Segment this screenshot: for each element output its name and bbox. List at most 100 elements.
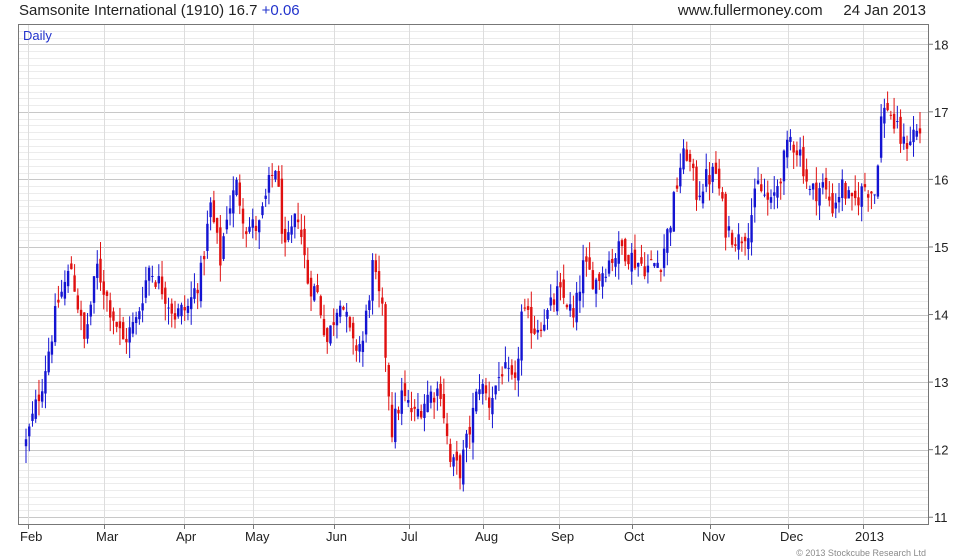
- candle-down: [215, 217, 219, 233]
- candle-up: [896, 121, 899, 123]
- candle-down: [254, 225, 258, 231]
- candle-down: [355, 345, 358, 351]
- candle-down: [734, 244, 737, 246]
- candle-up: [436, 388, 439, 396]
- candle-down: [870, 191, 873, 194]
- candle-down: [588, 257, 591, 270]
- candle-down: [740, 241, 744, 244]
- candle-up: [873, 194, 876, 196]
- candle-down: [403, 383, 407, 396]
- candle-up: [86, 324, 89, 339]
- candle-up: [199, 262, 203, 302]
- candle-down: [889, 114, 893, 116]
- candle-down: [539, 329, 543, 332]
- candle-down: [410, 407, 413, 413]
- candle-down: [270, 174, 274, 176]
- candle-up: [293, 213, 297, 228]
- candle-up: [630, 252, 633, 272]
- candle-up: [727, 226, 731, 231]
- candle-up: [186, 305, 190, 313]
- candle-up: [902, 136, 906, 144]
- candle-up: [167, 307, 170, 309]
- candle-down: [760, 184, 763, 192]
- y-tick-label: 13: [934, 375, 948, 390]
- candle-up: [568, 304, 572, 311]
- candle-down: [212, 200, 216, 223]
- candle-down: [121, 322, 125, 340]
- candle-down: [743, 236, 747, 242]
- candle-down: [432, 397, 436, 403]
- candle-down: [309, 277, 313, 297]
- candle-down: [717, 168, 721, 189]
- candle-down: [109, 300, 112, 318]
- candle-down: [484, 385, 488, 394]
- candle-up: [682, 148, 685, 170]
- candle-up: [407, 400, 410, 403]
- candle-down: [844, 182, 847, 199]
- candle-up: [549, 297, 552, 306]
- candle-up: [471, 407, 475, 443]
- candle-down: [675, 185, 679, 189]
- x-tick-label: Dec: [780, 529, 804, 544]
- candle-down: [513, 372, 517, 378]
- candle-up: [604, 276, 608, 278]
- candle-up: [141, 303, 144, 311]
- candle-up: [50, 341, 54, 355]
- candle-down: [643, 266, 646, 277]
- candle-down: [332, 322, 335, 326]
- candle-down: [79, 309, 83, 316]
- x-tick-label: Aug: [475, 529, 498, 544]
- candle-down: [695, 166, 698, 200]
- x-tick-label: Sep: [551, 529, 574, 544]
- x-tick-label: Jul: [401, 529, 418, 544]
- candle-up: [860, 186, 863, 207]
- stock-chart: Daily 11 12 13 14 15 16 17 18 Feb Mar Apr May Jun Ju…: [18, 24, 948, 544]
- candle-down: [342, 306, 345, 310]
- candle-down: [280, 178, 284, 234]
- y-tick-label: 16: [934, 172, 948, 187]
- candle-up: [546, 309, 549, 319]
- candle-down: [306, 259, 310, 284]
- candle-down: [624, 239, 627, 262]
- candle-down: [854, 190, 857, 199]
- candle-down: [850, 192, 854, 197]
- candle-up: [750, 215, 753, 243]
- candle-down: [70, 263, 73, 270]
- candle-down: [627, 254, 630, 265]
- x-tick-label: 2013: [855, 529, 884, 544]
- candle-up: [879, 116, 883, 158]
- candle-up: [782, 150, 786, 182]
- y-tick-label: 11: [934, 510, 948, 525]
- candle-down: [57, 299, 60, 303]
- candle-up: [225, 219, 229, 230]
- candle-up: [776, 186, 779, 198]
- candle-up: [669, 227, 672, 233]
- candle-up: [134, 317, 138, 324]
- candle-up: [193, 288, 196, 299]
- candle-up: [818, 188, 821, 206]
- candle-down: [377, 271, 381, 292]
- candle-down: [173, 313, 177, 320]
- candle-down: [863, 184, 867, 188]
- candle-up: [290, 226, 293, 235]
- candle-down: [523, 307, 527, 309]
- x-tick-label: Jun: [326, 529, 347, 544]
- candle-down: [76, 295, 80, 310]
- candle-down: [390, 404, 394, 438]
- candle-down: [795, 150, 799, 156]
- candle-down: [611, 258, 614, 263]
- candle-down: [552, 299, 556, 305]
- candle-down: [449, 444, 452, 462]
- candle-down: [303, 228, 306, 256]
- period-label: Daily: [23, 28, 52, 43]
- candle-up: [209, 202, 212, 218]
- x-tick-label: Apr: [176, 529, 197, 544]
- candle-down: [164, 287, 167, 304]
- x-tick-label: Feb: [20, 529, 42, 544]
- candle-down: [105, 291, 109, 296]
- candle-up: [543, 324, 546, 331]
- candle-up: [711, 166, 714, 182]
- candle-up: [737, 234, 740, 250]
- candle-up: [258, 220, 261, 233]
- candle-up: [763, 194, 766, 196]
